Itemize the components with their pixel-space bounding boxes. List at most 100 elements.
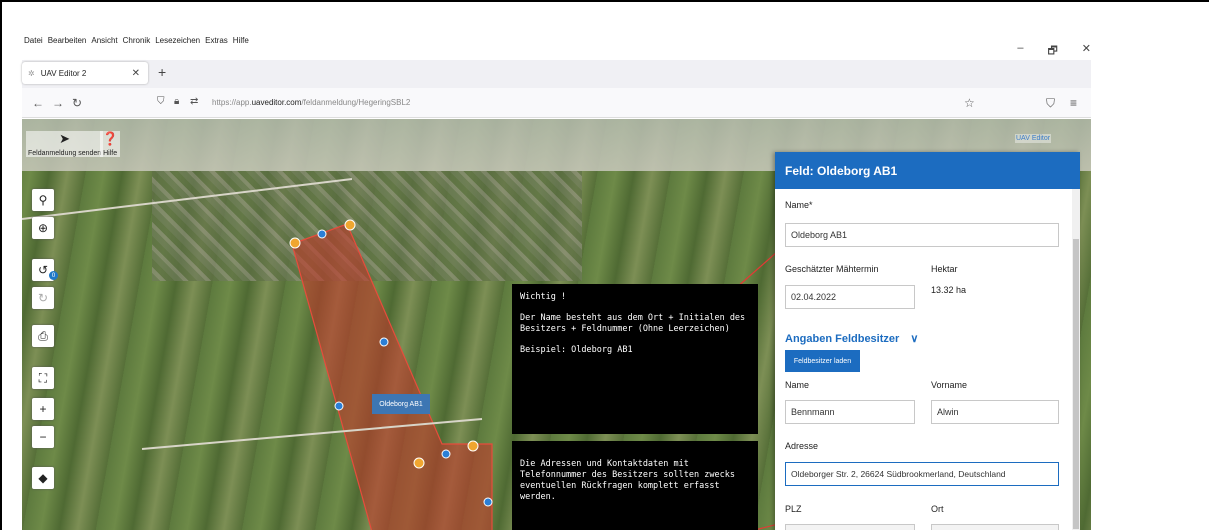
lock-icon[interactable]: 🔒︎: [174, 96, 179, 107]
help-icon: ❓: [102, 131, 119, 146]
midpoint-marker[interactable]: [379, 337, 389, 347]
navigation-bar: ← → ↻ ⛉ 🔒︎ ⇄ https://app.uaveditor.com/f…: [22, 88, 1091, 118]
minimize-button[interactable]: –: [1017, 42, 1023, 61]
send-icon: ➤: [59, 131, 71, 146]
firstname-label: Vorname: [931, 380, 968, 390]
field-name-input[interactable]: Oldeborg AB1: [785, 223, 1059, 247]
city-label: Ort: [931, 504, 944, 514]
print-icon: ⎙: [38, 328, 48, 343]
url-path: /feldanmeldung/HegeringSBL2: [301, 98, 411, 107]
info-box-name-rule: Wichtig ! Der Name besteht aus dem Ort +…: [512, 284, 758, 434]
send-report-button[interactable]: ➤ Feldanmeldung senden: [26, 131, 104, 157]
url-domain: uaveditor.com: [251, 98, 302, 107]
scrollbar-thumb[interactable]: [1073, 239, 1079, 529]
vertex-marker[interactable]: [344, 219, 356, 231]
menu-lesezeichen[interactable]: Lesezeichen: [155, 36, 200, 52]
zip-label: PLZ: [785, 504, 802, 514]
help-button[interactable]: ❓ Hilfe: [100, 131, 121, 157]
field-label[interactable]: Oldeborg AB1: [372, 394, 430, 414]
search-icon: ⚲: [38, 193, 48, 207]
owner-section-header[interactable]: Angaben Feldbesitzer ∨: [785, 332, 918, 345]
tab-bar: ✲ UAV Editor 2 ✕ +: [22, 60, 1091, 88]
midpoint-marker[interactable]: [483, 497, 493, 507]
url-field[interactable]: https://app.uaveditor.com/feldanmeldung/…: [212, 98, 410, 107]
firstname-input[interactable]: Alwin: [931, 400, 1059, 424]
name-label: Name*: [785, 200, 813, 210]
new-tab-button[interactable]: +: [158, 64, 166, 80]
pocket-icon[interactable]: ⛉: [1046, 96, 1055, 111]
tab-title: UAV Editor 2: [40, 68, 87, 78]
window-controls: – 🗗 ✕: [1017, 42, 1091, 61]
redo-icon: ↻: [37, 291, 49, 305]
forward-icon[interactable]: →: [52, 96, 64, 110]
tab-close-icon[interactable]: ✕: [132, 68, 140, 79]
vertex-marker[interactable]: [413, 457, 425, 469]
zoom-out-icon: −: [39, 430, 47, 444]
panel-scrollbar[interactable]: [1072, 189, 1080, 530]
undo-count-badge: 0: [49, 271, 58, 280]
tab-favicon-icon: ✲: [28, 68, 35, 78]
search-map-button[interactable]: ⚲: [32, 189, 54, 211]
menu-bar: Datei Bearbeiten Ansicht Chronik Lesezei…: [24, 36, 249, 52]
field-polygon[interactable]: [291, 223, 493, 530]
hectare-label: Hektar: [931, 264, 958, 274]
owner-section-title: Angaben Feldbesitzer: [785, 333, 900, 345]
restore-button[interactable]: 🗗: [1047, 42, 1057, 61]
lastname-input[interactable]: Bennmann: [785, 400, 915, 424]
address-label: Adresse: [785, 441, 819, 451]
chevron-down-icon[interactable]: ∨: [910, 333, 918, 345]
zoom-in-button[interactable]: +: [32, 398, 54, 420]
fullscreen-button[interactable]: ⛶: [32, 367, 54, 389]
info-text: Der Name besteht aus dem Ort + Initialen…: [520, 313, 746, 334]
info-example: Beispiel: Oldeborg AB1: [520, 345, 633, 355]
midpoint-marker[interactable]: [334, 401, 344, 411]
bookmark-star-icon[interactable]: ☆: [964, 96, 975, 110]
lastname-label: Name: [785, 380, 810, 390]
layers-button[interactable]: ◆: [32, 467, 54, 489]
midpoint-marker[interactable]: [441, 449, 451, 459]
back-icon[interactable]: ←: [32, 96, 44, 110]
undo-icon: ↺: [37, 263, 49, 277]
print-button[interactable]: ⎙: [32, 325, 54, 347]
menu-hilfe[interactable]: Hilfe: [233, 36, 249, 52]
zip-input[interactable]: [785, 524, 915, 530]
menu-chronik[interactable]: Chronik: [123, 36, 151, 52]
date-label: Geschätzter Mähtermin: [785, 264, 879, 274]
tab-uav-editor[interactable]: ✲ UAV Editor 2 ✕: [22, 62, 148, 84]
mowing-date-input[interactable]: 02.04.2022: [785, 285, 915, 309]
info-box-contact: Die Adressen und Kontaktdaten mit Telefo…: [512, 441, 758, 530]
menu-ansicht[interactable]: Ansicht: [91, 36, 117, 52]
shield-icon[interactable]: ⛉: [157, 96, 165, 107]
hectare-value: 13.32 ha: [931, 285, 967, 295]
help-label: Hilfe: [103, 150, 118, 157]
app-menu-icon[interactable]: ≡: [1070, 96, 1077, 110]
permissions-icon[interactable]: ⇄: [190, 96, 198, 107]
redo-button[interactable]: ↻: [32, 287, 54, 309]
menu-bearbeiten[interactable]: Bearbeiten: [48, 36, 87, 52]
field-panel: Feld: Oldeborg AB1 Name* Oldeborg AB1 Ge…: [775, 152, 1080, 530]
layers-icon: ◆: [38, 471, 48, 485]
send-label: Feldanmeldung senden: [28, 150, 102, 157]
zoom-out-button[interactable]: −: [32, 426, 54, 448]
city-input[interactable]: [931, 524, 1059, 530]
fullscreen-icon: ⛶: [38, 370, 48, 385]
menu-datei[interactable]: Datei: [24, 36, 43, 52]
midpoint-marker[interactable]: [317, 229, 327, 239]
url-prefix: https://app.: [212, 98, 252, 107]
menu-extras[interactable]: Extras: [205, 36, 228, 52]
load-owner-button[interactable]: Feldbesitzer laden: [785, 350, 860, 372]
browser-window: Datei Bearbeiten Ansicht Chronik Lesezei…: [0, 0, 1209, 530]
vertex-marker[interactable]: [467, 440, 479, 452]
locate-icon: ⊕: [37, 221, 49, 235]
close-window-button[interactable]: ✕: [1082, 42, 1091, 61]
info-title: Wichtig !: [520, 292, 567, 302]
uav-editor-logo: UAV Editor: [1015, 134, 1052, 143]
info-contact-text: Die Adressen und Kontaktdaten mit Telefo…: [520, 459, 735, 502]
panel-title: Feld: Oldeborg AB1: [775, 152, 1080, 189]
address-input[interactable]: Oldeborger Str. 2, 26624 Südbrookmerland…: [785, 462, 1059, 486]
locate-button[interactable]: ⊕: [32, 217, 54, 239]
map-road: [22, 178, 353, 220]
vertex-marker[interactable]: [289, 237, 301, 249]
zoom-in-icon: +: [39, 402, 47, 416]
reload-icon[interactable]: ↻: [72, 96, 82, 110]
